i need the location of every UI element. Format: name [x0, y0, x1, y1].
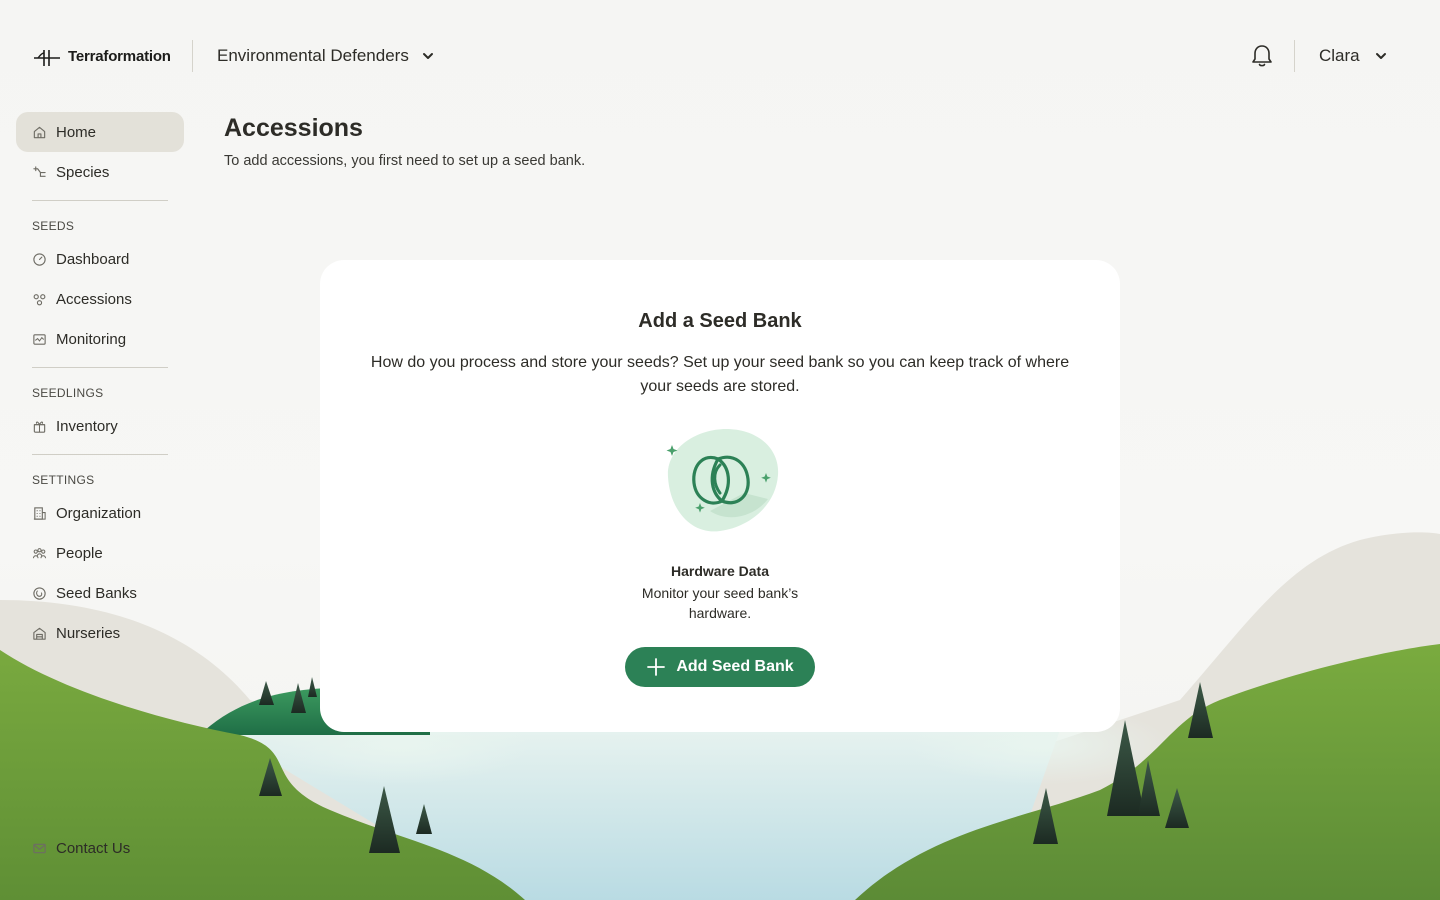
section-title-seeds: SEEDS: [32, 219, 75, 233]
chevron-down-icon: [422, 53, 433, 59]
organization-switcher[interactable]: Environmental Defenders: [217, 44, 435, 68]
sidebar-item-species[interactable]: Species: [16, 152, 184, 192]
sidebar-item-label: Accessions: [56, 290, 132, 308]
sidebar-item-label: Home: [56, 123, 97, 141]
species-icon: [33, 165, 46, 177]
sidebar-item-dashboard[interactable]: Dashboard: [16, 239, 184, 279]
organization-name: Environmental Defenders: [217, 46, 409, 65]
seed-illustration-icon: [666, 429, 779, 532]
sidebar: Home Species SEEDS Dashboard Accessions …: [16, 112, 184, 653]
home-icon: [33, 126, 46, 138]
section-title-settings: SETTINGS: [32, 473, 95, 487]
mail-icon: [33, 843, 46, 853]
add-seed-bank-card: Add a Seed Bank How do you process and s…: [320, 260, 1120, 732]
top-header: Terraformation Environmental Defenders C…: [0, 0, 1440, 112]
sidebar-divider: [32, 367, 168, 368]
dashboard-icon: [33, 252, 46, 266]
terraformation-logo-icon: [34, 50, 60, 66]
add-seed-bank-button[interactable]: Add Seed Bank: [625, 647, 815, 687]
contact-us-link[interactable]: Contact Us: [16, 828, 184, 868]
header-divider: [192, 40, 193, 72]
sidebar-item-seed-banks[interactable]: Seed Banks: [16, 573, 184, 613]
card-description: How do you process and store your seeds?…: [370, 354, 1070, 395]
sidebar-item-label: Organization: [56, 504, 142, 522]
sidebar-item-label: Monitoring: [56, 330, 127, 348]
sidebar-divider: [32, 454, 168, 455]
logo-text: Terraformation: [68, 47, 171, 65]
user-menu[interactable]: Clara: [1319, 44, 1388, 68]
page-title: Accessions: [224, 114, 363, 142]
monitoring-icon: [33, 333, 46, 345]
sidebar-item-label: Inventory: [56, 417, 118, 435]
sidebar-item-label: Nurseries: [56, 624, 121, 642]
sidebar-divider: [32, 200, 168, 201]
seed-banks-icon: [33, 586, 46, 600]
header-divider-right: [1294, 40, 1295, 72]
sidebar-item-home[interactable]: Home: [16, 112, 184, 152]
feature-title: Hardware Data: [670, 563, 770, 579]
logo[interactable]: Terraformation: [32, 44, 171, 68]
sidebar-item-organization[interactable]: Organization: [16, 493, 184, 533]
organization-icon: [33, 506, 46, 520]
plus-icon: [647, 658, 666, 676]
add-seed-bank-label: Add Seed Bank: [676, 658, 794, 675]
sidebar-item-label: Dashboard: [56, 250, 130, 268]
nurseries-icon: [33, 627, 46, 640]
card-title: Add a Seed Bank: [638, 310, 802, 332]
section-title-seedlings: SEEDLINGS: [32, 386, 104, 400]
page-subtitle: To add accessions, you first need to set…: [224, 153, 586, 169]
sidebar-item-nurseries[interactable]: Nurseries: [16, 613, 184, 653]
people-icon: [32, 547, 47, 558]
feature-description: Monitor your seed bank’s hardware.: [641, 585, 799, 621]
bell-icon[interactable]: [1248, 42, 1276, 70]
chevron-down-icon: [1375, 53, 1386, 59]
sidebar-item-label: Contact Us: [56, 839, 131, 857]
sidebar-item-label: Seed Banks: [56, 584, 137, 602]
sidebar-item-monitoring[interactable]: Monitoring: [16, 319, 184, 359]
inventory-icon: [33, 421, 46, 433]
sidebar-item-label: Species: [56, 163, 110, 181]
sidebar-item-contact[interactable]: Contact Us: [16, 828, 184, 868]
sidebar-item-accessions[interactable]: Accessions: [16, 279, 184, 319]
accessions-icon: [33, 293, 46, 305]
sidebar-item-label: People: [56, 544, 103, 562]
sidebar-item-inventory[interactable]: Inventory: [16, 406, 184, 446]
sidebar-item-people[interactable]: People: [16, 533, 184, 573]
user-name: Clara: [1319, 46, 1360, 65]
